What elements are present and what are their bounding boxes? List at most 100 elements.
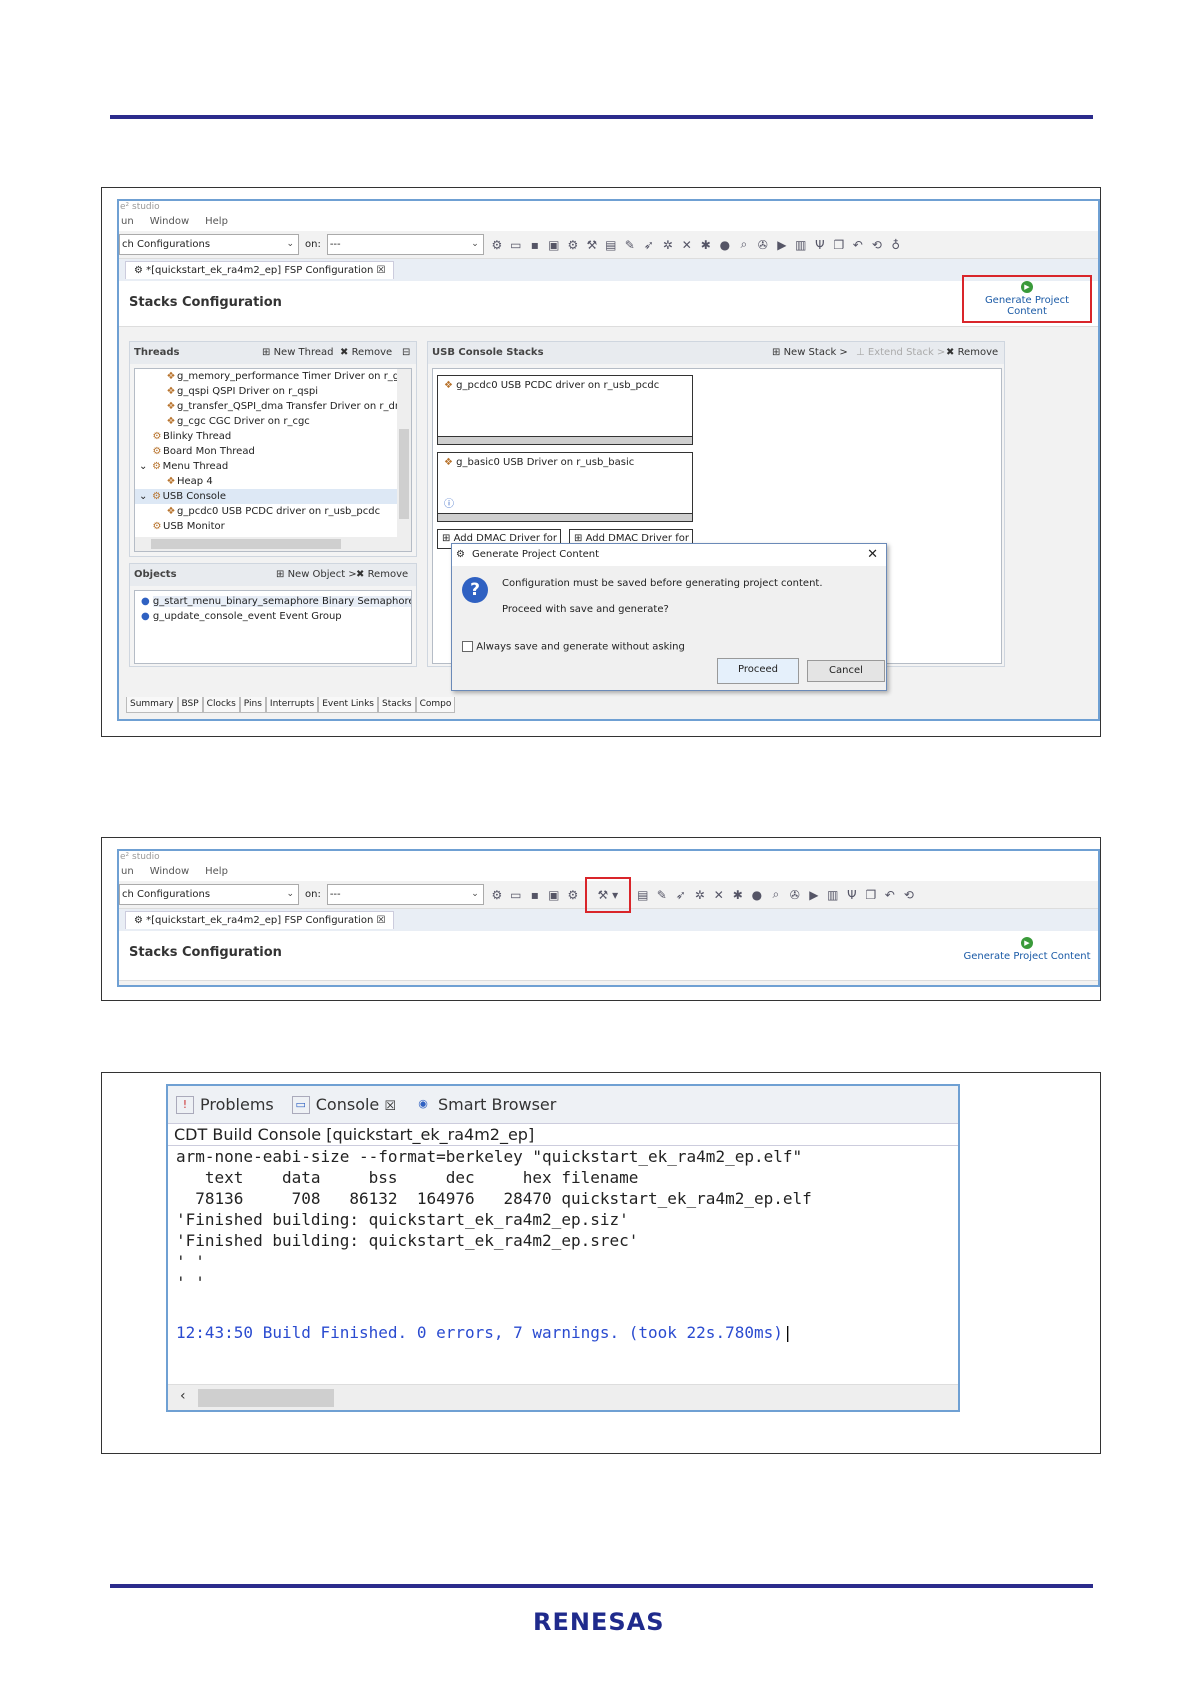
step-icon[interactable]: ▶ xyxy=(775,238,789,252)
collapse-icon[interactable]: ⊟ xyxy=(402,342,410,364)
stack-box-pcdc[interactable]: ❖ g_pcdc0 USB PCDC driver on r_usb_pcdc xyxy=(437,375,693,445)
stack-box-basic[interactable]: ❖ g_basic0 USB Driver on r_usb_basic ⓘ xyxy=(437,452,693,522)
plug-icon[interactable]: ✇ xyxy=(788,888,802,902)
pencil-icon[interactable]: ✎ xyxy=(623,238,637,252)
close-icon[interactable]: ☒ xyxy=(376,265,385,276)
launch-target-combo[interactable]: --- ⌄ xyxy=(326,884,484,905)
tab-problems[interactable]: ! Problems xyxy=(176,1095,274,1115)
menu-window[interactable]: Window xyxy=(150,863,189,881)
undo-icon[interactable]: ↶ xyxy=(851,238,865,252)
generate-project-content-button[interactable]: ▶ Generate Project Content xyxy=(962,933,1092,973)
columns-icon[interactable]: ▥ xyxy=(794,238,808,252)
menu-window[interactable]: Window xyxy=(150,213,189,231)
info-icon[interactable]: ⓘ xyxy=(444,495,454,510)
tab-components[interactable]: Compo xyxy=(415,697,456,713)
remove-thread-button[interactable]: ✖ Remove xyxy=(340,342,392,364)
save-icon[interactable]: ▪ xyxy=(528,238,542,252)
tab-clocks[interactable]: Clocks xyxy=(202,697,240,713)
tab-interrupts[interactable]: Interrupts xyxy=(265,697,319,713)
step-icon[interactable]: ▶ xyxy=(807,888,821,902)
pencil-icon[interactable]: ✎ xyxy=(655,888,669,902)
menu-run[interactable]: un xyxy=(121,863,134,881)
branch-icon[interactable]: Ψ xyxy=(813,238,827,252)
tab-event-links[interactable]: Event Links xyxy=(318,697,378,713)
scrollbar-thumb[interactable] xyxy=(198,1389,334,1407)
copy-icon[interactable]: ❐ xyxy=(864,888,878,902)
plug-icon[interactable]: ✇ xyxy=(756,238,770,252)
editor-tab[interactable]: ⚙ *[quickstart_ek_ra4m2_ep] FSP Configur… xyxy=(125,911,395,929)
undo-icon[interactable]: ↶ xyxy=(883,888,897,902)
gear-icon[interactable]: ⚙ xyxy=(490,238,504,252)
hammer-icon[interactable]: ⚒ xyxy=(585,238,599,252)
editor-tab[interactable]: ⚙ *[quickstart_ek_ra4m2_ep] FSP Configur… xyxy=(125,261,395,279)
list-item[interactable]: ❖ g_transfer_QSPI_dma Transfer Driver on … xyxy=(135,399,411,414)
tab-smart-browser[interactable]: ◉ Smart Browser xyxy=(414,1095,556,1115)
new-stack-button[interactable]: ⊞ New Stack > xyxy=(772,342,848,364)
menu-help[interactable]: Help xyxy=(205,213,228,231)
tab-stacks[interactable]: Stacks xyxy=(378,697,416,713)
tab-pins[interactable]: Pins xyxy=(239,697,266,713)
tab-bsp[interactable]: BSP xyxy=(177,697,203,713)
chevron-left-icon[interactable]: ‹ xyxy=(180,1388,186,1404)
save-all-icon[interactable]: ▣ xyxy=(547,238,561,252)
rocket-icon[interactable]: ➶ xyxy=(674,888,688,902)
run-icon[interactable]: ● xyxy=(750,888,764,902)
debug-icon[interactable]: ✱ xyxy=(731,888,745,902)
rocket-icon[interactable]: ➶ xyxy=(642,238,656,252)
sync-icon[interactable]: ⟲ xyxy=(902,888,916,902)
binary-icon[interactable]: ▤ xyxy=(636,888,650,902)
tools-icon[interactable]: ✕ xyxy=(680,238,694,252)
close-icon[interactable]: ☒ xyxy=(376,915,385,926)
list-item[interactable]: ❖ g_pcdc0 USB PCDC driver on r_usb_pcdc xyxy=(135,504,411,519)
tab-console[interactable]: ▭ Console ☒ xyxy=(291,1095,396,1115)
save-icon[interactable]: ▪ xyxy=(528,888,542,902)
hammer-build-icon[interactable]: ⚒ ▾ xyxy=(584,876,631,913)
proceed-button[interactable]: Proceed xyxy=(717,658,799,684)
list-item[interactable]: ⚙ Board Mon Thread xyxy=(135,444,411,459)
launch-config-combo[interactable]: ch Configurations ⌄ xyxy=(119,234,299,255)
cancel-button[interactable]: Cancel xyxy=(807,660,885,682)
remove-stack-button[interactable]: ✖ Remove xyxy=(946,342,998,364)
save-all-icon[interactable]: ▣ xyxy=(547,888,561,902)
list-item[interactable]: ● g_start_menu_binary_semaphore Binary S… xyxy=(135,594,411,609)
debug-icon[interactable]: ✱ xyxy=(699,238,713,252)
list-item[interactable]: ❖ Heap 4 xyxy=(135,474,411,489)
search-icon[interactable]: ⌕ xyxy=(769,887,783,902)
menu-run[interactable]: un xyxy=(121,213,134,231)
new-thread-button[interactable]: ⊞ New Thread xyxy=(262,342,334,364)
run-icon[interactable]: ● xyxy=(718,238,732,252)
tab-summary[interactable]: Summary xyxy=(126,697,178,713)
branch-icon[interactable]: Ψ xyxy=(845,888,859,902)
horizontal-scrollbar[interactable]: ‹ xyxy=(168,1384,958,1410)
close-icon[interactable]: ✕ xyxy=(867,544,878,566)
list-item-selected[interactable]: ⌄ ⚙ USB Console xyxy=(135,489,411,504)
copy-icon[interactable]: ❐ xyxy=(832,238,846,252)
list-item[interactable]: ❖ g_qspi QSPI Driver on r_qspi xyxy=(135,384,411,399)
sync-icon[interactable]: ⟲ xyxy=(870,238,884,252)
settings-icon[interactable]: ⚙ xyxy=(566,888,580,902)
cog-icon[interactable]: ✲ xyxy=(661,238,675,252)
menu-help[interactable]: Help xyxy=(205,863,228,881)
settings-icon[interactable]: ⚙ xyxy=(566,238,580,252)
gear-icon[interactable]: ⚙ xyxy=(490,888,504,902)
new-icon[interactable]: ▭ xyxy=(509,238,523,252)
tools-icon[interactable]: ✕ xyxy=(712,888,726,902)
list-item[interactable]: ❖ g_memory_performance Timer Driver on r_… xyxy=(135,369,411,384)
new-object-button[interactable]: ⊞ New Object > xyxy=(276,564,357,586)
list-item[interactable]: ❖ g_cgc CGC Driver on r_cgc xyxy=(135,414,411,429)
horizontal-scrollbar[interactable] xyxy=(135,537,411,551)
list-item[interactable]: ● g_update_console_event Event Group xyxy=(135,609,411,624)
list-item[interactable]: ⚙ USB Monitor xyxy=(135,519,411,534)
generate-project-content-button[interactable]: ▶ Generate Project Content xyxy=(962,275,1092,323)
search-icon[interactable]: ⌕ xyxy=(737,237,751,252)
launch-config-combo[interactable]: ch Configurations ⌄ xyxy=(119,884,299,905)
mic-icon[interactable]: ♁ xyxy=(889,238,903,252)
new-icon[interactable]: ▭ xyxy=(509,888,523,902)
list-item[interactable]: ⚙ Blinky Thread xyxy=(135,429,411,444)
list-item[interactable]: ⌄ ⚙ Menu Thread xyxy=(135,459,411,474)
cog-icon[interactable]: ✲ xyxy=(693,888,707,902)
columns-icon[interactable]: ▥ xyxy=(826,888,840,902)
remove-object-button[interactable]: ✖ Remove xyxy=(356,564,408,586)
always-save-checkbox[interactable]: Always save and generate without asking xyxy=(462,641,685,653)
vertical-scrollbar[interactable] xyxy=(397,369,411,539)
